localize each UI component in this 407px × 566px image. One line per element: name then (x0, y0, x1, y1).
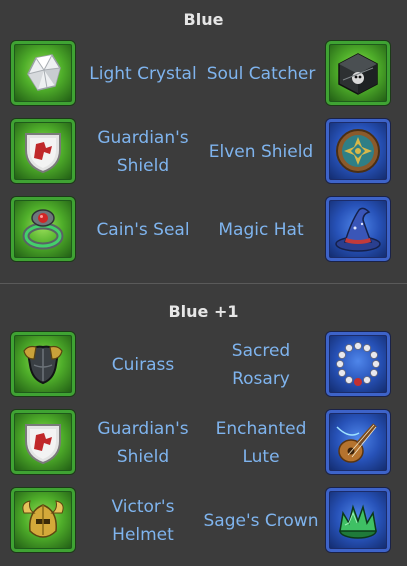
item-name-magic-hat: Magic Hat (218, 220, 304, 240)
item-name-sacred-rosary: Sacred Rosary (231, 341, 291, 389)
sages-crown-icon[interactable] (326, 488, 390, 552)
item-name-enchanted-lute: Enchanted Lute (215, 419, 307, 467)
item-row: Guardian's Shield Enchanted Lute (0, 410, 407, 476)
elven-shield-icon[interactable] (326, 119, 390, 183)
item-name-cuirass: Cuirass (111, 355, 175, 375)
item-name-sages-crown: Sage's Crown (203, 511, 319, 531)
item-row: Light Crystal Soul Catcher (0, 41, 407, 107)
victors-helmet-icon[interactable] (11, 488, 75, 552)
item-name-cains-seal: Cain's Seal (96, 220, 190, 240)
section-title-blue-plus-1: Blue +1 (168, 302, 239, 321)
item-row: Victor's Helmet Sage's Crown (0, 488, 407, 554)
item-name-light-crystal: Light Crystal (89, 64, 197, 84)
item-name-elven-shield: Elven Shield (208, 142, 314, 162)
item-name-guardians-shield: Guardian's Shield (97, 128, 189, 176)
item-row: Cuirass Sacred Rosary (0, 332, 407, 398)
item-row: Guardian's Shield Elven Shield (0, 119, 407, 185)
soul-catcher-icon[interactable] (326, 41, 390, 105)
magic-hat-icon[interactable] (326, 197, 390, 261)
guardians-shield-icon[interactable] (11, 119, 75, 183)
item-row: Cain's Seal Magic Hat (0, 197, 407, 263)
item-name-soul-catcher: Soul Catcher (206, 64, 316, 84)
item-name-guardians-shield: Guardian's Shield (97, 419, 189, 467)
guardians-shield-icon[interactable] (11, 410, 75, 474)
section-divider (0, 283, 407, 284)
cuirass-icon[interactable] (11, 332, 75, 396)
sacred-rosary-icon[interactable] (326, 332, 390, 396)
item-name-victors-helmet: Victor's Helmet (111, 497, 175, 545)
enchanted-lute-icon[interactable] (326, 410, 390, 474)
light-crystal-icon[interactable] (11, 41, 75, 105)
section-title-blue: Blue (183, 10, 224, 29)
cains-seal-icon[interactable] (11, 197, 75, 261)
